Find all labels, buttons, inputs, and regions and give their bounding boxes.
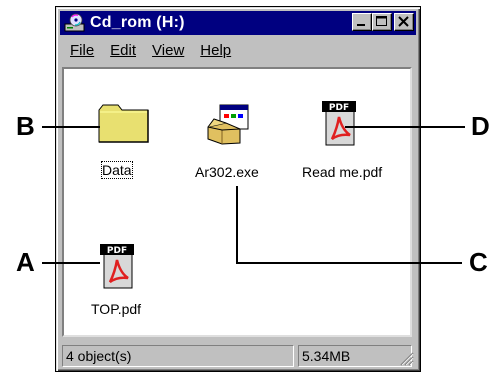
maximize-icon [376,16,387,26]
status-size: 5.34MB [298,345,412,367]
callout-b: B [16,111,35,141]
pdf-icon: PDF [322,101,356,146]
callout-d: D [471,111,490,141]
status-object-count: 4 object(s) [62,345,294,367]
callout-a: A [16,247,35,277]
menu-help-label: Help [200,41,232,59]
menu-view-label: View [152,41,185,59]
explorer-window: Cd_rom (H:) File Edit View Help Data Ar3… [55,6,421,372]
title-bar[interactable]: Cd_rom (H:) [60,11,416,35]
menu-file[interactable]: File [70,42,94,59]
window-title: Cd_rom (H:) [90,14,185,31]
status-bar: 4 object(s) 5.34MB [60,344,416,368]
menu-edit-label: Edit [110,41,137,59]
window-controls [352,13,414,31]
minimize-button[interactable] [352,13,372,31]
pdf-icon: PDF [100,244,134,289]
pdf-badge-text: PDF [329,103,349,113]
menu-file-label: File [70,41,95,59]
close-icon [398,16,409,27]
minimize-icon [357,24,365,26]
installer-icon [207,104,249,145]
file-label-top: TOP.pdf [91,301,142,317]
callout-c: C [469,247,488,277]
close-button[interactable] [394,13,414,31]
maximize-button[interactable] [372,13,392,31]
folder-icon [98,104,149,143]
stage: Cd_rom (H:) File Edit View Help Data Ar3… [0,0,497,378]
file-label-data: Data [101,161,133,179]
menu-edit[interactable]: Edit [110,42,136,59]
resize-grip-icon[interactable] [400,352,414,366]
menu-bar: File Edit View Help [60,37,416,63]
cd-drive-icon [64,13,85,32]
pdf-badge-text: PDF [107,246,127,256]
menu-help[interactable]: Help [200,42,231,59]
file-view[interactable]: Data Ar302.exe PDF Read me.pdf PDF TOP.p… [62,67,412,337]
file-label-ar302: Ar302.exe [195,164,259,180]
file-label-readme: Read me.pdf [302,164,383,180]
menu-view[interactable]: View [152,42,184,59]
